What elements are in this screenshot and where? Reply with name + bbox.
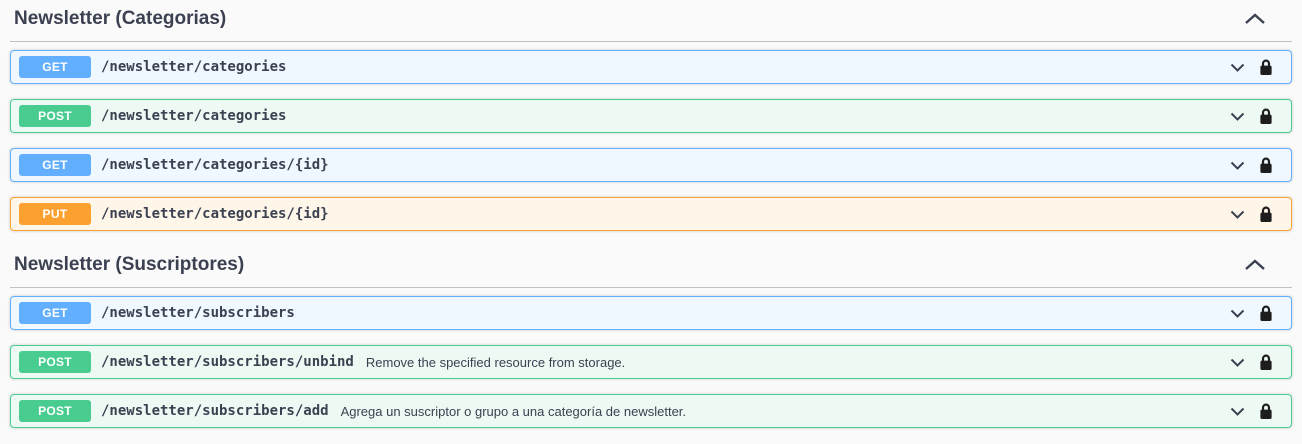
tag-section-header[interactable]: Newsletter (Suscriptores) [10, 246, 1292, 288]
method-badge: POST [19, 351, 91, 373]
tag-section-header[interactable]: Newsletter (Categorias) [10, 0, 1292, 42]
operation-row[interactable]: POST /newsletter/subscribers/unbind Remo… [10, 345, 1292, 379]
lock-icon [1260, 403, 1272, 419]
operation-description: Remove the specified resource from stora… [365, 354, 626, 370]
authorize-lock-button[interactable] [1259, 206, 1273, 223]
authorize-lock-button[interactable] [1259, 59, 1273, 76]
chevron-down-icon [1230, 407, 1245, 416]
section-title: Newsletter (Suscriptores) [14, 254, 245, 275]
method-badge: POST [19, 400, 91, 422]
expand-operation-button[interactable] [1230, 112, 1245, 121]
lock-icon [1260, 108, 1272, 124]
chevron-down-icon [1230, 112, 1245, 121]
operation-row[interactable]: GET /newsletter/categories [10, 50, 1292, 84]
operation-path: /newsletter/subscribers/add [101, 403, 329, 419]
row-controls [1230, 354, 1273, 371]
expand-operation-button[interactable] [1230, 210, 1245, 219]
row-controls [1230, 305, 1273, 322]
lock-icon [1260, 305, 1272, 321]
lock-icon [1260, 354, 1272, 370]
expand-operation-button[interactable] [1230, 309, 1245, 318]
operation-path: /newsletter/categories/{id} [101, 157, 329, 173]
authorize-lock-button[interactable] [1259, 354, 1273, 371]
expand-operation-button[interactable] [1230, 63, 1245, 72]
expand-operation-button[interactable] [1230, 358, 1245, 367]
row-controls [1230, 403, 1273, 420]
chevron-down-icon [1230, 210, 1245, 219]
operation-row[interactable]: GET /newsletter/categories/{id} [10, 148, 1292, 182]
operation-path: /newsletter/categories [101, 59, 287, 75]
authorize-lock-button[interactable] [1259, 157, 1273, 174]
operation-path: /newsletter/subscribers/unbind [101, 354, 354, 370]
operation-row[interactable]: GET /newsletter/subscribers [10, 296, 1292, 330]
chevron-down-icon [1230, 309, 1245, 318]
lock-icon [1260, 59, 1272, 75]
chevron-up-icon[interactable] [1244, 259, 1266, 271]
row-controls [1230, 206, 1273, 223]
operation-row[interactable]: POST /newsletter/subscribers/add Agrega … [10, 394, 1292, 428]
authorize-lock-button[interactable] [1259, 403, 1273, 420]
chevron-down-icon [1230, 63, 1245, 72]
operation-path: /newsletter/subscribers [101, 305, 295, 321]
row-controls [1230, 108, 1273, 125]
method-badge: GET [19, 56, 91, 78]
operation-description: Agrega un suscriptor o grupo a una categ… [340, 403, 687, 419]
chevron-down-icon [1230, 161, 1245, 170]
authorize-lock-button[interactable] [1259, 305, 1273, 322]
row-controls [1230, 59, 1273, 76]
tag-section: Newsletter (Categorias) GET /newsletter/… [10, 0, 1292, 231]
chevron-down-icon [1230, 358, 1245, 367]
chevron-up-icon[interactable] [1244, 13, 1266, 25]
method-badge: GET [19, 302, 91, 324]
lock-icon [1260, 206, 1272, 222]
tag-section: Newsletter (Suscriptores) GET /newslette… [10, 246, 1292, 428]
expand-operation-button[interactable] [1230, 407, 1245, 416]
authorize-lock-button[interactable] [1259, 108, 1273, 125]
lock-icon [1260, 157, 1272, 173]
operation-path: /newsletter/categories/{id} [101, 206, 329, 222]
swagger-api-list: Newsletter (Categorias) GET /newsletter/… [0, 0, 1302, 428]
operations-list: GET /newsletter/categories POST /newslet… [10, 50, 1292, 231]
method-badge: PUT [19, 203, 91, 225]
section-title: Newsletter (Categorias) [14, 8, 227, 29]
operation-row[interactable]: PUT /newsletter/categories/{id} [10, 197, 1292, 231]
expand-operation-button[interactable] [1230, 161, 1245, 170]
operations-list: GET /newsletter/subscribers POST /newsle… [10, 296, 1292, 428]
operation-path: /newsletter/categories [101, 108, 287, 124]
row-controls [1230, 157, 1273, 174]
method-badge: POST [19, 105, 91, 127]
operation-row[interactable]: POST /newsletter/categories [10, 99, 1292, 133]
method-badge: GET [19, 154, 91, 176]
